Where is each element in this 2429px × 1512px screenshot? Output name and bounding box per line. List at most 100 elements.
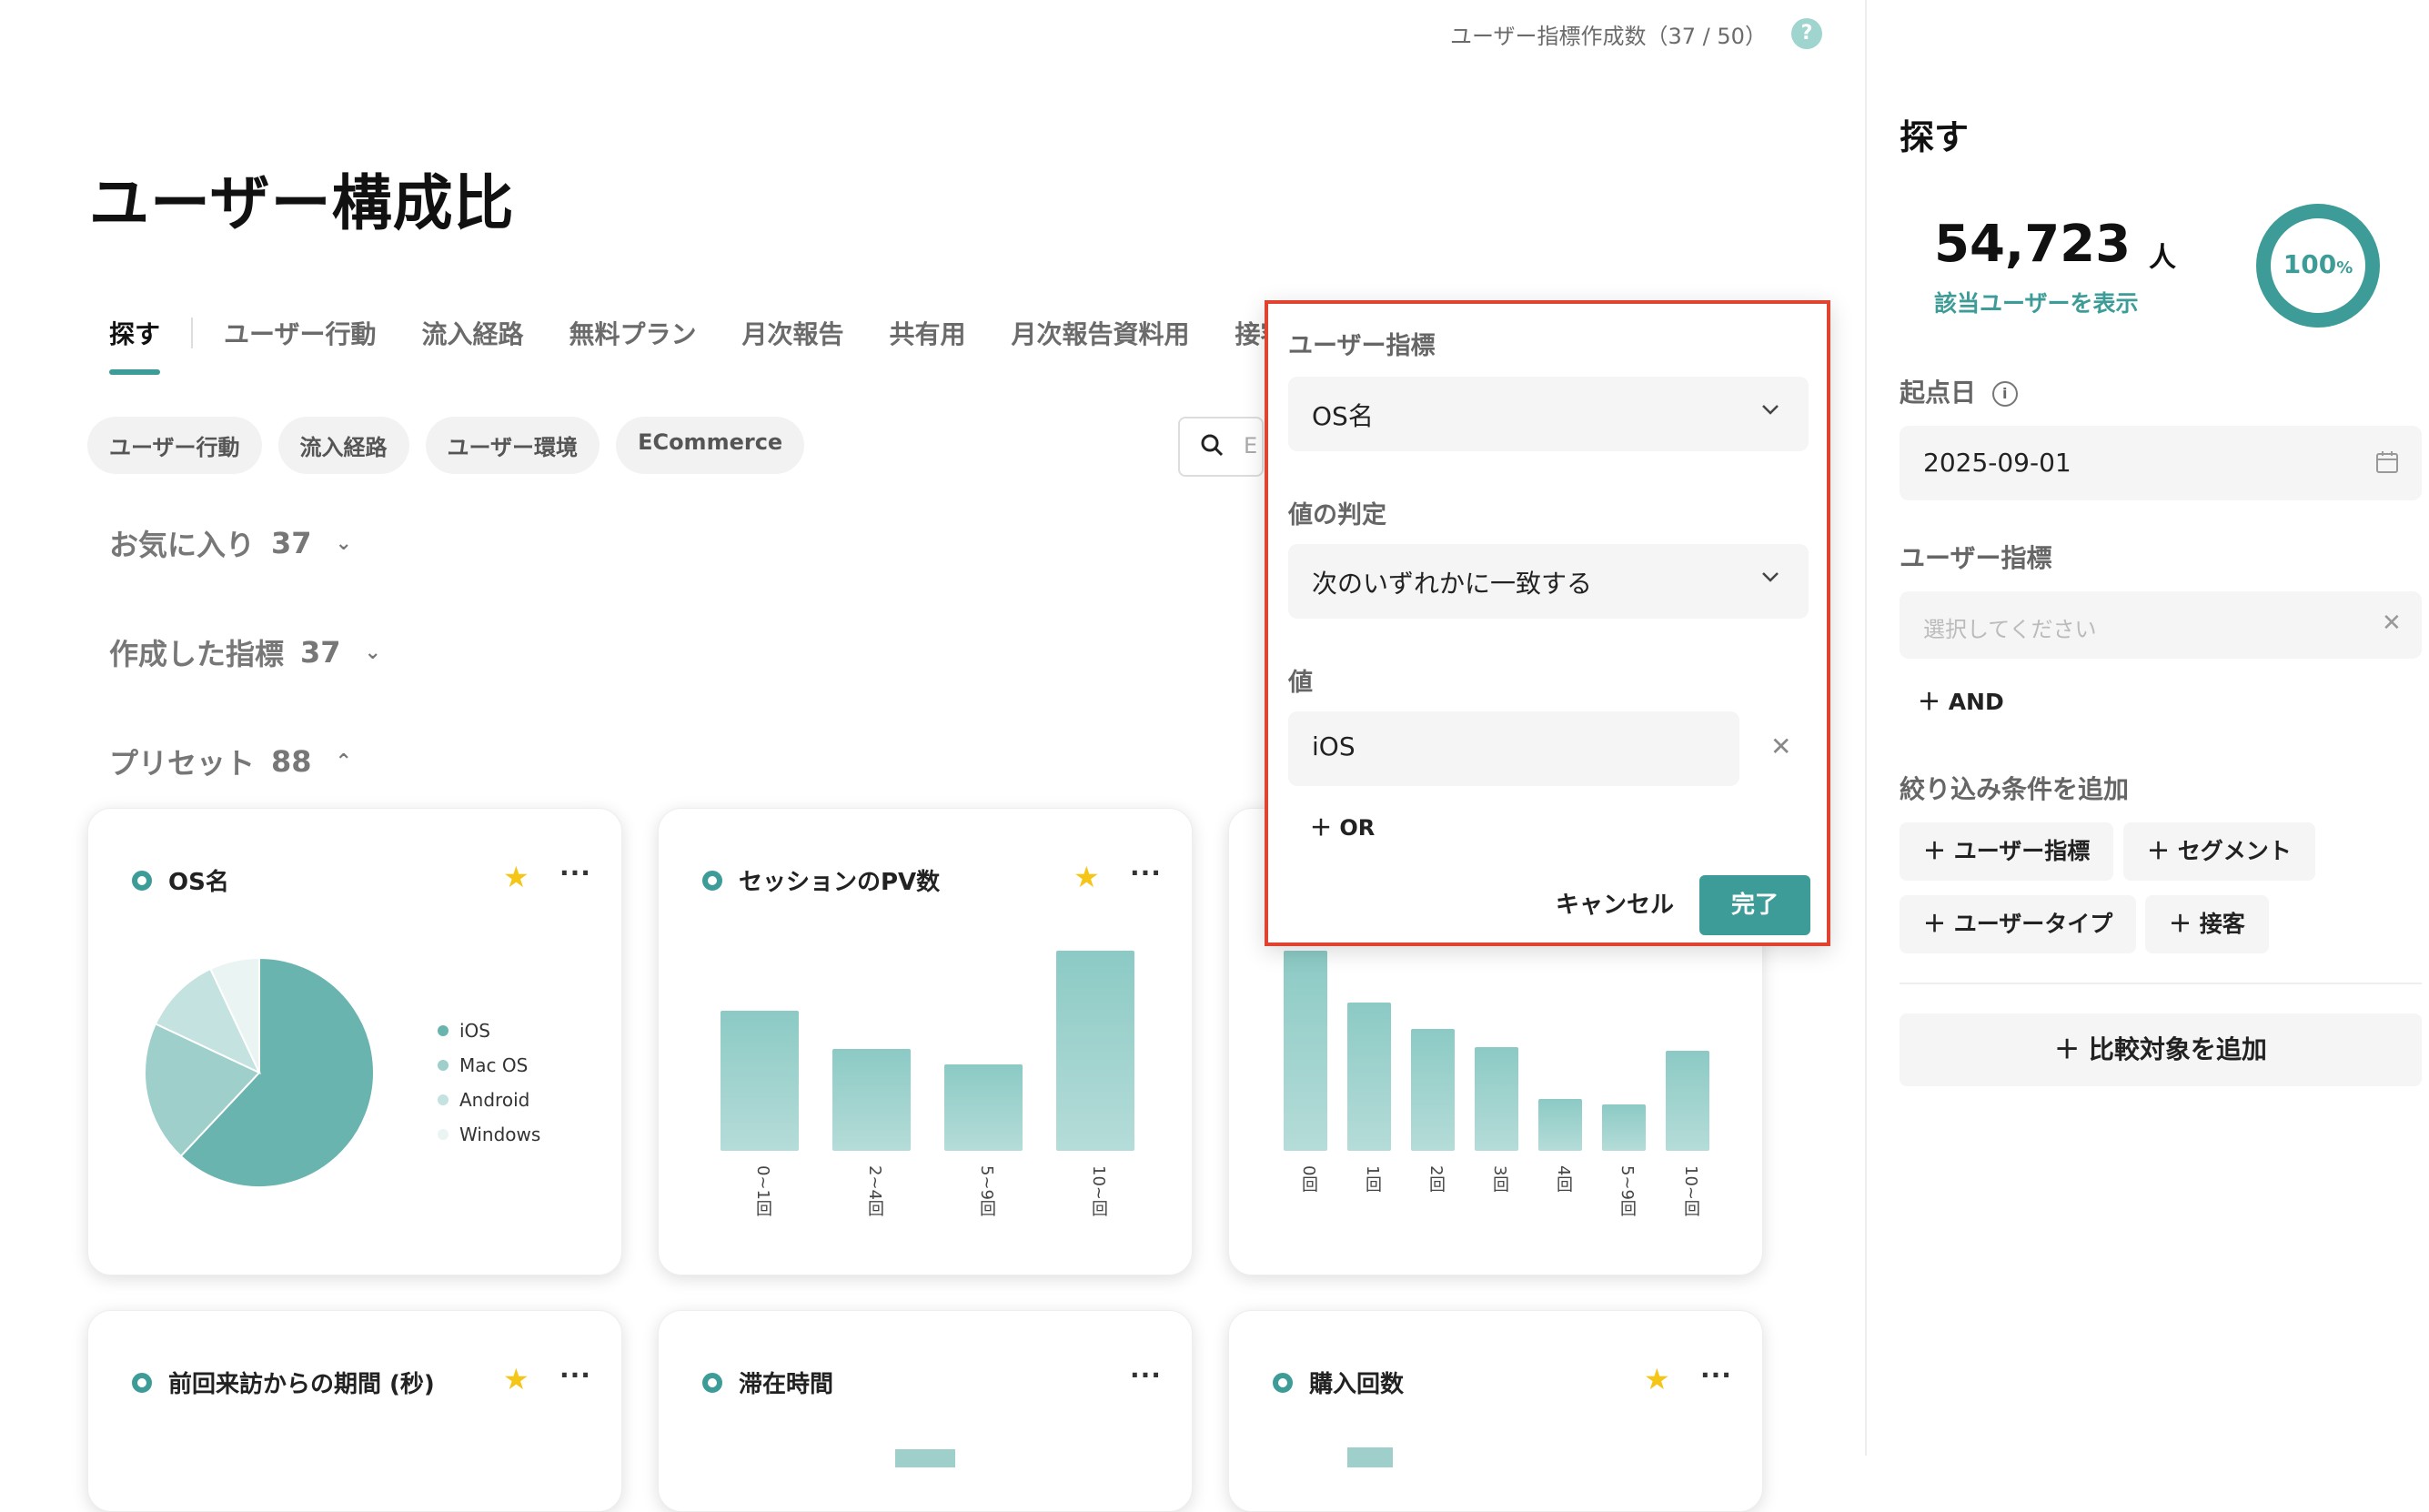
legend-item-windows: Windows [438,1124,540,1145]
add-user-metric-button[interactable]: ＋ ユーザー指標 [1900,822,2114,881]
star-icon[interactable]: ★ [503,860,529,894]
bar-peek [895,1449,955,1467]
percent-unit: % [2336,258,2353,277]
chevron-down-icon: ⌄ [364,640,381,664]
metric-card-os[interactable]: OS名 ★ ··· iOS Mac OS Android Windows [87,808,622,1275]
value-input[interactable]: iOS [1288,711,1739,786]
section-created-metrics[interactable]: 作成した指標 37 ⌄ [109,631,381,673]
ring-icon [132,1372,152,1393]
show-users-link[interactable]: 該当ユーザーを表示 [1934,286,2139,318]
clear-value-icon[interactable]: ✕ [1770,731,1791,761]
popup-metric-label: ユーザー指標 [1288,332,1436,360]
metric-card-stay-time[interactable]: 滞在時間 ··· [658,1310,1193,1512]
clear-icon[interactable]: ✕ [2382,610,2402,637]
popup-judge-label: 値の判定 [1288,501,1386,529]
bar-4 [1538,1098,1582,1151]
section-favorites[interactable]: お気に入り 37 ⌄ [109,522,352,564]
judge-select[interactable]: 次のいずれかに一致する [1288,544,1809,619]
value-input-text: iOS [1312,731,1356,761]
bar-label-3: 10~回 [1089,1165,1108,1216]
tab-shared[interactable]: 共有用 [890,315,966,351]
add-comparison-button[interactable]: ＋ 比較対象を追加 [1900,1013,2422,1086]
calendar-icon[interactable] [2374,449,2400,479]
chip-user-behavior[interactable]: ユーザー行動 [87,417,262,474]
tab-user-behavior[interactable]: ユーザー行動 [224,315,376,351]
add-user-type-button[interactable]: ＋ ユーザータイプ [1900,895,2137,953]
start-date-label-text: 起点日 [1900,378,1977,408]
star-icon[interactable]: ★ [1644,1362,1670,1396]
done-button[interactable]: 完了 [1699,875,1810,935]
legend-label: Android [459,1089,530,1111]
help-icon[interactable]: ? [1791,18,1822,49]
bar-1 [832,1048,911,1151]
metric-card-session-pv[interactable]: セッションのPV数 ★ ··· 0~1回 2~4回 5~9回 10~回 [658,808,1193,1275]
card-title-text: 購入回数 [1309,1371,1405,1398]
bar-3 [1475,1046,1518,1151]
tab-search[interactable]: 探す [109,315,161,375]
page-title: ユーザー構成比 [89,168,515,238]
chevron-down-icon: ⌄ [335,531,352,555]
section-created-label: 作成した指標 [109,637,285,671]
tab-traffic-source[interactable]: 流入経路 [421,315,523,351]
section-favorites-label: お気に入り [109,528,256,562]
add-segment-button[interactable]: ＋ セグメント [2123,822,2315,881]
legend-item-android: Android [438,1089,540,1111]
metric-card-since-last-visit[interactable]: 前回来訪からの期間 (秒) ★ ··· [87,1310,622,1512]
bar-0 [1284,951,1327,1151]
more-menu-icon[interactable]: ··· [559,1360,591,1390]
start-date-field[interactable]: 2025-09-01 [1900,426,2422,500]
more-menu-icon[interactable]: ··· [1130,1360,1162,1390]
bar-5 [1602,1104,1646,1151]
panel-metric-placeholder: 選択してください [1923,617,2097,642]
ring-icon [132,870,152,891]
section-created-count: 37 [300,635,341,670]
card-title: 前回来訪からの期間 (秒) [132,1366,435,1399]
card-title-text: 滞在時間 [739,1371,834,1398]
add-or-button[interactable]: ＋ OR [1310,810,1375,842]
section-favorites-count: 37 [271,526,312,560]
chevron-down-icon [1759,398,1781,427]
info-icon[interactable]: i [1991,381,2018,407]
chip-ecommerce[interactable]: ECommerce [616,417,805,474]
more-menu-icon[interactable]: ··· [1130,858,1162,888]
tab-free-plan[interactable]: 無料プラン [569,315,696,351]
star-icon[interactable]: ★ [1073,860,1100,894]
filter-popup: ユーザー指標 OS名 値の判定 次のいずれかに一致する 値 iOS ✕ ＋ OR… [1265,300,1830,946]
bar-3 [1056,951,1134,1151]
section-presets[interactable]: プリセット 88 ⌃ [109,741,352,782]
legend-label: Windows [459,1124,541,1145]
add-engagement-button[interactable]: ＋ 接客 [2145,895,2269,953]
panel-metric-label: ユーザー指標 [1900,543,2052,573]
bar-label-1: 2~4回 [865,1165,884,1216]
search-icon [1200,433,1224,463]
metric-select[interactable]: OS名 [1288,377,1809,451]
legend-label: Mac OS [459,1054,529,1076]
more-menu-icon[interactable]: ··· [1700,1360,1732,1390]
bar-label-0: 0~1回 [753,1165,772,1216]
chip-traffic-source[interactable]: 流入経路 [277,417,409,474]
more-menu-icon[interactable]: ··· [559,858,591,888]
star-icon[interactable]: ★ [503,1362,529,1396]
card-title: 購入回数 [1273,1366,1404,1399]
section-presets-label: プリセット [109,746,256,781]
panel-metric-select[interactable]: 選択してください ✕ [1900,591,2422,659]
legend-item-ios: iOS [438,1020,540,1042]
bar-6 [1666,1051,1709,1151]
add-and-button[interactable]: ＋ AND [1918,684,2004,717]
section-presets-count: 88 [271,744,312,779]
user-count: 54,723 [1934,215,2132,274]
ring-icon [702,1372,722,1393]
metric-card-purchase-count[interactable]: 購入回数 ★ ··· [1228,1310,1763,1512]
bar-label-0: 0回 [1299,1165,1318,1193]
pie-legend: iOS Mac OS Android Windows [438,1020,540,1158]
cancel-button[interactable]: キャンセル [1556,886,1674,920]
tab-monthly-report[interactable]: 月次報告 [742,315,844,351]
tab-monthly-report-material[interactable]: 月次報告資料用 [1012,315,1190,351]
tab-divider [191,318,194,348]
chip-user-environment[interactable]: ユーザー環境 [425,417,600,474]
legend-swatch [438,1094,449,1105]
filter-label: 絞り込み条件を追加 [1900,774,2130,804]
popup-value-label: 値 [1288,669,1313,697]
search-input[interactable]: E [1178,417,1264,477]
search-placeholder: E [1244,433,1258,459]
